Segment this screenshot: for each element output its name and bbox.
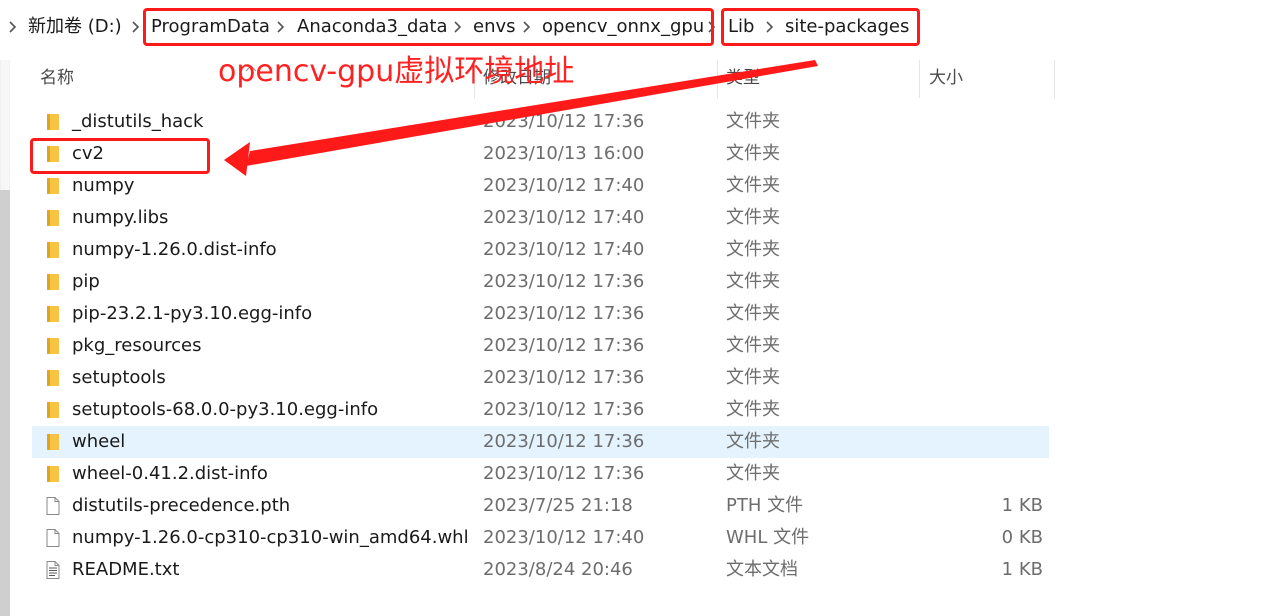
file-row[interactable]: setuptools 2023/10/12 17:36 文件夹	[32, 362, 1049, 394]
file-modified-date: 2023/10/12 17:36	[483, 335, 645, 356]
folder-icon	[44, 401, 62, 419]
text-file-icon	[44, 561, 62, 579]
file-type: 文件夹	[726, 335, 780, 356]
file-name[interactable]: wheel	[72, 429, 125, 455]
file-modified-date: 2023/8/24 20:46	[483, 559, 633, 580]
chevron-right-icon[interactable]	[8, 19, 18, 35]
column-divider[interactable]	[1054, 60, 1055, 98]
column-header-name[interactable]: 名称	[40, 62, 240, 98]
file-size: 1 KB	[1001, 495, 1043, 516]
file-name[interactable]: pkg_resources	[72, 333, 202, 359]
file-type: 文件夹	[726, 271, 780, 292]
file-row[interactable]: numpy-1.26.0-cp310-cp310-win_amd64.whl 20…	[32, 522, 1049, 554]
file-name[interactable]: numpy.libs	[72, 205, 168, 231]
file-row[interactable]: README.txt 2023/8/24 20:46 文本文档 1 KB	[32, 554, 1049, 586]
file-row[interactable]: numpy.libs 2023/10/12 17:40 文件夹	[32, 202, 1049, 234]
column-header-size[interactable]: 大小	[929, 62, 1049, 98]
file-modified-date: 2023/10/12 17:40	[483, 175, 645, 196]
file-name[interactable]: pip-23.2.1-py3.10.egg-info	[72, 301, 312, 327]
highlight-box-env-path	[143, 8, 714, 46]
file-size: 0 KB	[1001, 527, 1043, 548]
file-modified-date: 2023/10/12 17:36	[483, 303, 645, 324]
chevron-right-icon[interactable]	[131, 19, 141, 35]
file-row[interactable]: wheel 2023/10/12 17:36 文件夹	[32, 426, 1049, 458]
file-name[interactable]: README.txt	[72, 557, 179, 583]
file-row[interactable]: wheel-0.41.2.dist-info 2023/10/12 17:36 文件…	[32, 458, 1049, 490]
file-modified-date: 2023/10/12 17:36	[483, 271, 645, 292]
file-size: 1 KB	[1001, 559, 1043, 580]
file-modified-date: 2023/10/12 17:36	[483, 111, 645, 132]
file-type: 文件夹	[726, 399, 780, 420]
scrollbar-thumb[interactable]	[0, 190, 10, 616]
file-modified-date: 2023/10/12 17:36	[483, 367, 645, 388]
folder-icon	[44, 241, 62, 259]
navigation-pane-scrollbar[interactable]	[0, 60, 10, 616]
file-type: 文件夹	[726, 143, 780, 164]
folder-icon	[44, 337, 62, 355]
file-name[interactable]: setuptools-68.0.0-py3.10.egg-info	[72, 397, 378, 423]
file-type: WHL 文件	[726, 527, 810, 548]
file-row[interactable]: pip-23.2.1-py3.10.egg-info 2023/10/12 17:…	[32, 298, 1049, 330]
column-divider[interactable]	[717, 60, 718, 98]
file-modified-date: 2023/10/12 17:40	[483, 527, 645, 548]
file-modified-date: 2023/10/13 16:00	[483, 143, 645, 164]
scrollbar-track	[1, 60, 9, 190]
file-row[interactable]: numpy 2023/10/12 17:40 文件夹	[32, 170, 1049, 202]
file-row[interactable]: numpy-1.26.0.dist-info 2023/10/12 17:40 文件…	[32, 234, 1049, 266]
file-type: 文件夹	[726, 207, 780, 228]
file-row[interactable]: pkg_resources 2023/10/12 17:36 文件夹	[32, 330, 1049, 362]
folder-icon	[44, 177, 62, 195]
file-icon	[44, 497, 62, 515]
file-type: 文件夹	[726, 111, 780, 132]
file-name[interactable]: numpy-1.26.0.dist-info	[72, 237, 277, 263]
file-name[interactable]: wheel-0.41.2.dist-info	[72, 461, 268, 487]
file-type: 文件夹	[726, 175, 780, 196]
file-row[interactable]: pip 2023/10/12 17:36 文件夹	[32, 266, 1049, 298]
file-type: 文件夹	[726, 431, 780, 452]
file-name[interactable]: setuptools	[72, 365, 166, 391]
file-type: 文件夹	[726, 463, 780, 484]
file-name[interactable]: distutils-precedence.pth	[72, 493, 290, 519]
file-modified-date: 2023/10/12 17:36	[483, 463, 645, 484]
file-type: PTH 文件	[726, 495, 804, 516]
file-row[interactable]: _distutils_hack 2023/10/12 17:36 文件夹	[32, 106, 1049, 138]
file-type: 文件夹	[726, 239, 780, 260]
folder-icon	[44, 273, 62, 291]
file-row[interactable]: setuptools-68.0.0-py3.10.egg-info 2023/10…	[32, 394, 1049, 426]
highlight-box-cv2	[30, 138, 210, 174]
file-name[interactable]: _distutils_hack	[72, 109, 203, 135]
file-name[interactable]: numpy-1.26.0-cp310-cp310-win_amd64.whl	[72, 525, 469, 551]
folder-icon	[44, 305, 62, 323]
file-modified-date: 2023/7/25 21:18	[483, 495, 633, 516]
folder-icon	[44, 369, 62, 387]
file-modified-date: 2023/10/12 17:36	[483, 399, 645, 420]
file-type: 文件夹	[726, 303, 780, 324]
file-icon	[44, 529, 62, 547]
folder-icon	[44, 113, 62, 131]
folder-icon	[44, 433, 62, 451]
file-row[interactable]: distutils-precedence.pth 2023/7/25 21:18 P…	[32, 490, 1049, 522]
file-type: 文本文档	[726, 559, 798, 580]
annotation-label: opencv-gpu虚拟环境地址	[218, 54, 575, 89]
file-name[interactable]: numpy	[72, 173, 134, 199]
column-divider[interactable]	[919, 60, 920, 98]
file-type: 文件夹	[726, 367, 780, 388]
file-modified-date: 2023/10/12 17:40	[483, 207, 645, 228]
file-modified-date: 2023/10/12 17:36	[483, 431, 645, 452]
folder-icon	[44, 209, 62, 227]
file-modified-date: 2023/10/12 17:40	[483, 239, 645, 260]
highlight-box-site-packages	[721, 8, 920, 46]
file-name[interactable]: pip	[72, 269, 100, 295]
column-header-type[interactable]: 类型	[726, 62, 916, 98]
folder-icon	[44, 465, 62, 483]
breadcrumb-item-drive[interactable]: 新加卷 (D:)	[28, 14, 122, 40]
